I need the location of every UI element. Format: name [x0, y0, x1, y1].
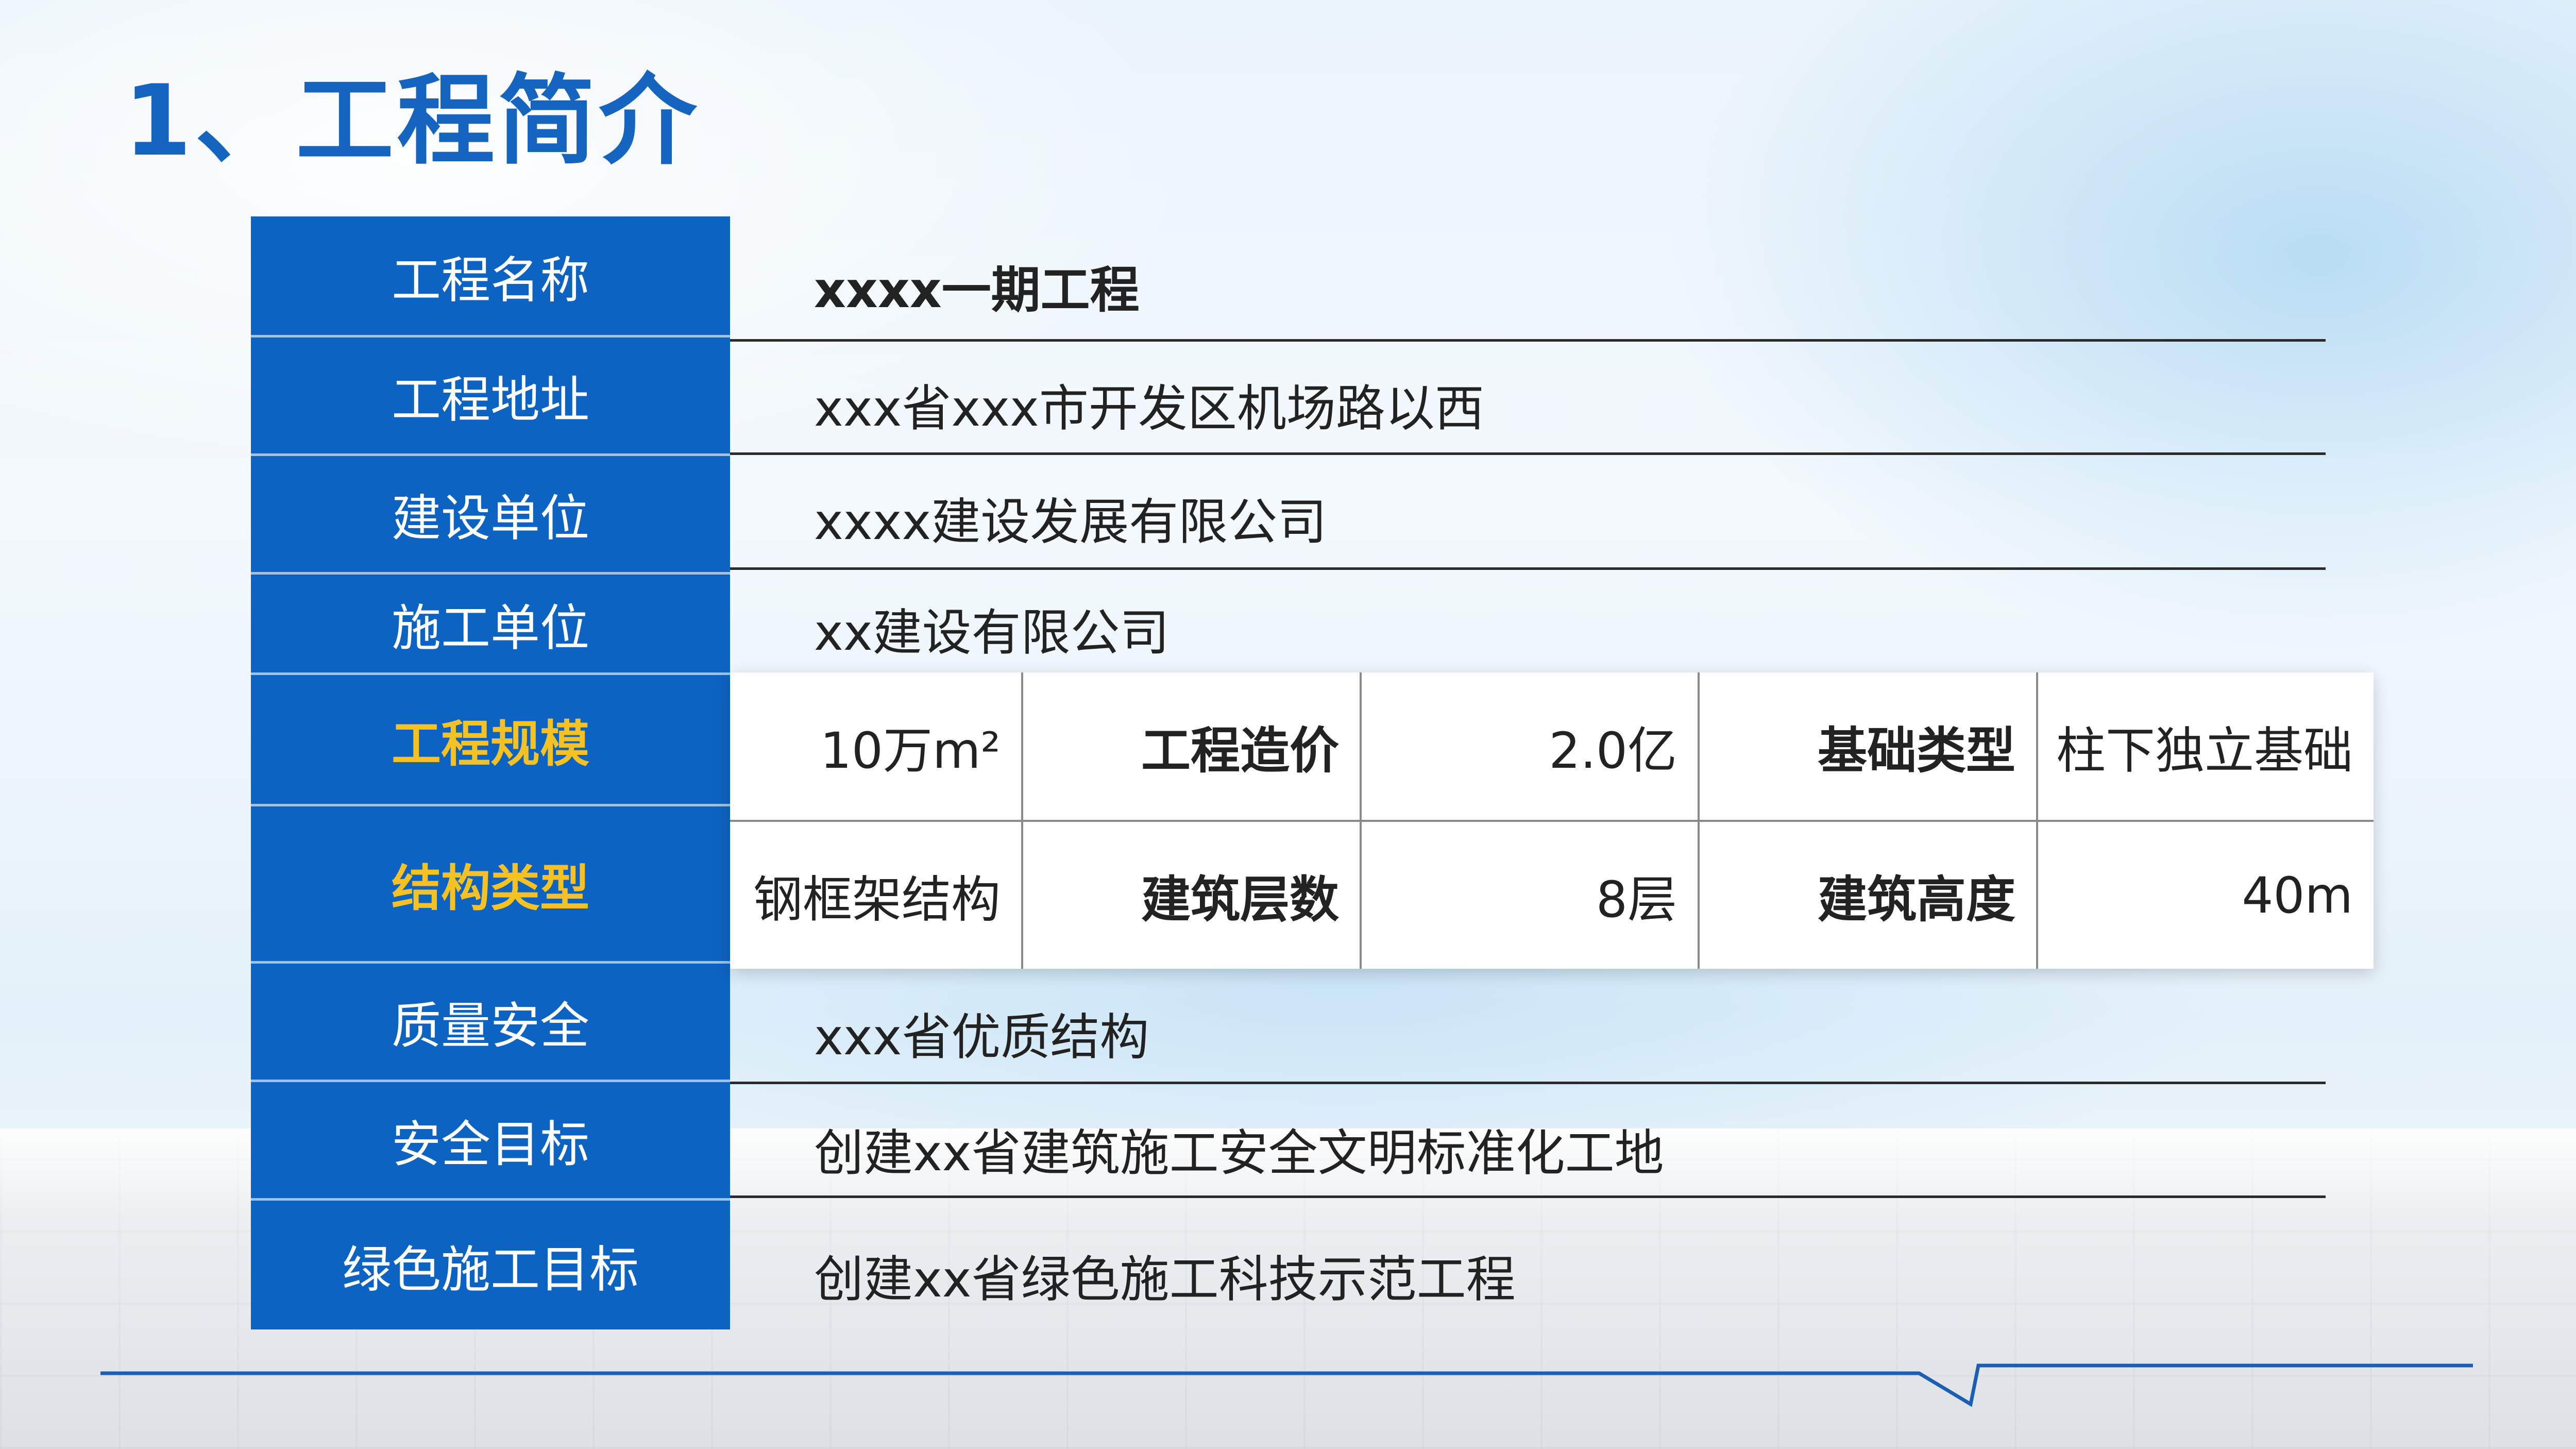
page-title: 1、工程简介 [124, 64, 700, 178]
grid-foundation-label: 基础类型 [1818, 721, 2015, 780]
value-quality-safety: xxx省优质结构 [814, 1008, 1149, 1066]
label-project-scale: 工程规模 [392, 715, 589, 773]
grid-structure-value: 钢框架结构 [753, 871, 1001, 929]
label-builder: 建设单位 [392, 490, 589, 547]
row-divider [730, 452, 2326, 455]
value-builder: xxxx建设发展有限公司 [814, 493, 1327, 551]
row-divider [730, 1082, 2326, 1084]
grid-cost-label: 工程造价 [1141, 721, 1339, 780]
grid-height-label: 建筑高度 [1818, 871, 2015, 929]
value-contractor: xx建设有限公司 [814, 604, 1170, 662]
label-safety-goal: 安全目标 [392, 1116, 589, 1173]
grid-floors-value: 8层 [1596, 871, 1677, 929]
row-divider [730, 567, 2326, 570]
label-project-address: 工程地址 [392, 371, 589, 429]
grid-height-value: 40m [2242, 866, 2353, 924]
grid-cost-value: 2.0亿 [1549, 721, 1677, 780]
row-divider [730, 1195, 2326, 1198]
label-contractor: 施工单位 [392, 599, 589, 657]
row-divider [730, 339, 2326, 342]
label-project-name: 工程名称 [392, 251, 589, 309]
grid-area-value: 10万m² [820, 721, 1001, 780]
label-structure-type: 结构类型 [392, 859, 589, 917]
grid-foundation-value: 柱下独立基础 [2056, 721, 2353, 780]
value-safety-goal: 创建xx省建筑施工安全文明标准化工地 [814, 1124, 1664, 1182]
value-project-address: xxx省xxx市开发区机场路以西 [814, 380, 1484, 437]
value-green-goal: 创建xx省绿色施工科技示范工程 [814, 1251, 1516, 1308]
label-green-goal: 绿色施工目标 [342, 1240, 639, 1299]
grid-floors-label: 建筑层数 [1141, 871, 1339, 929]
label-quality-safety: 质量安全 [392, 997, 589, 1055]
bottom-decor-line [100, 1363, 2473, 1407]
scale-structure-grid: 10万m² 工程造价 2.0亿 基础类型 柱下独立基础 钢框架结构 建筑层数 8… [730, 672, 2374, 969]
value-project-name: xxxx一期工程 [814, 261, 1140, 319]
